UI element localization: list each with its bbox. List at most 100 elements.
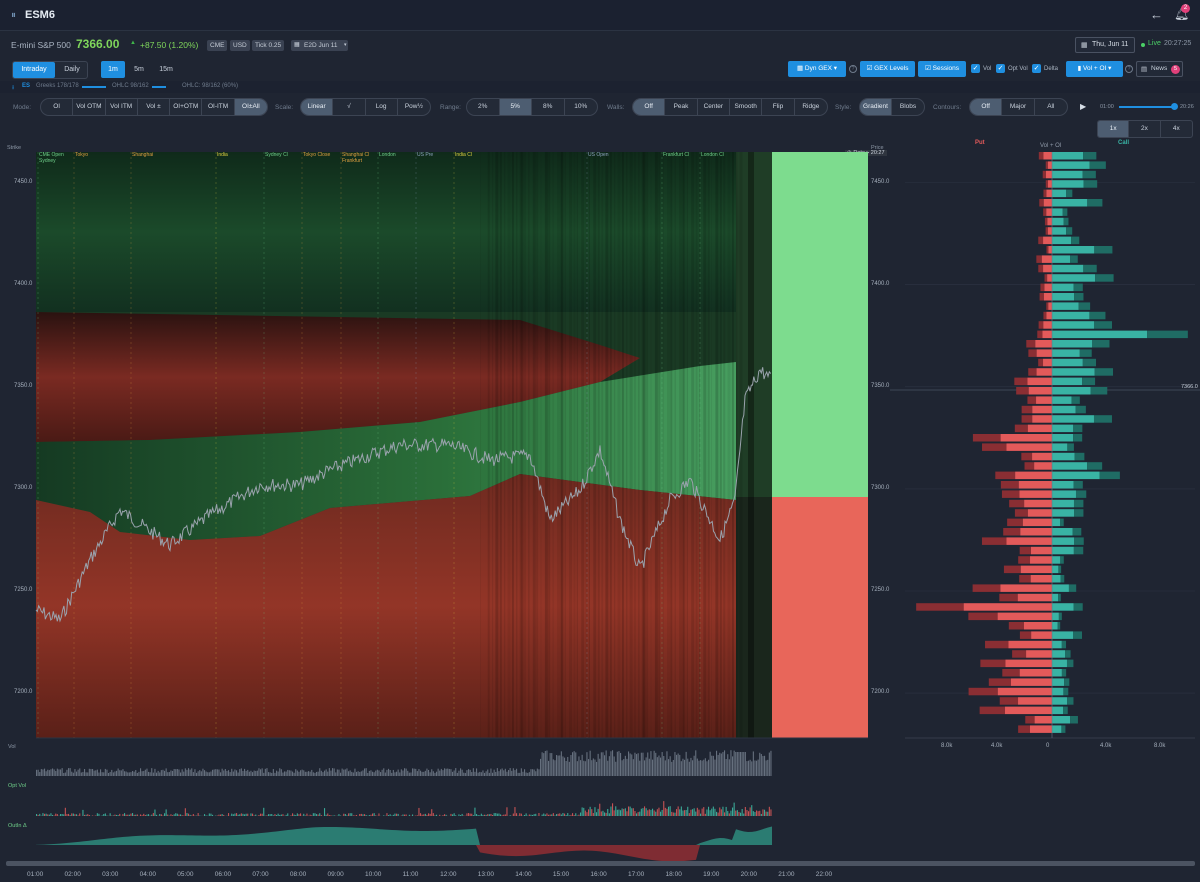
call-oi-bar: [1083, 180, 1098, 188]
range-option-2[interactable]: 2%: [467, 99, 500, 115]
back-arrow-icon[interactable]: ←: [1150, 7, 1163, 22]
help-icon[interactable]: ?: [849, 65, 857, 73]
put-vol-bar: [1032, 415, 1052, 423]
dyn-gex-button[interactable]: ▦ Dyn GEX ▾: [788, 61, 846, 77]
put-oi-bar: [1003, 565, 1021, 574]
horizontal-scrollbar[interactable]: [6, 861, 1195, 866]
call-vol-bar: [1052, 415, 1094, 423]
range-option-5[interactable]: 5%: [499, 99, 532, 115]
call-oi-bar: [1064, 678, 1070, 686]
call-oi-bar: [1067, 697, 1074, 705]
mode-option-vol-otm[interactable]: Vol OTM: [73, 99, 106, 115]
delta-checkbox[interactable]: ✓: [1032, 64, 1041, 73]
put-oi-bar: [1038, 152, 1044, 160]
call-vol-bar: [1052, 264, 1084, 273]
speed-option-1x[interactable]: 1x: [1098, 121, 1130, 137]
walls-option-ridge[interactable]: Ridge: [795, 99, 827, 115]
session-label: Frankfurt Cl: [663, 152, 690, 158]
play-icon[interactable]: ▶: [1080, 102, 1086, 111]
playback-slider-track[interactable]: [1119, 106, 1174, 108]
speed-selector: 1x 2x 4x: [1097, 120, 1193, 138]
tf-15m[interactable]: 15m: [153, 61, 179, 78]
call-oi-bar: [1075, 405, 1086, 414]
greeks-progress: [82, 86, 106, 88]
gex-heatmap-chart[interactable]: [0, 140, 1200, 882]
tab-intraday[interactable]: Intraday: [13, 62, 55, 78]
mode-option-oi-all[interactable]: OI±All: [234, 99, 267, 115]
notification-badge: 2: [1181, 4, 1190, 13]
walls-option-peak[interactable]: Peak: [665, 99, 698, 115]
news-button[interactable]: ▤ News 5: [1136, 61, 1183, 77]
scale-option-pow[interactable]: Pow½: [398, 99, 430, 115]
range-option-10[interactable]: 10%: [565, 99, 598, 115]
put-vol-bar: [1047, 227, 1052, 235]
mode-option-oi-otm[interactable]: OI+OTM: [170, 99, 203, 115]
tf-1m[interactable]: 1m: [101, 61, 125, 78]
mode-option-vol-itm[interactable]: Vol ITM: [106, 99, 138, 115]
vol-checkbox[interactable]: ✓: [971, 64, 980, 73]
call-vol-bar: [1052, 706, 1064, 715]
playback-slider-handle[interactable]: [1171, 103, 1178, 110]
call-oi-bar: [1068, 584, 1077, 592]
contours-option-off[interactable]: Off: [970, 99, 1003, 115]
session-label: Tokyo Close: [303, 152, 331, 158]
put-oi-bar: [1025, 716, 1035, 724]
strike-tick-label: 7350.0: [14, 382, 33, 389]
date-label: Thu, Jun 11: [1092, 41, 1129, 48]
tab-daily[interactable]: Daily: [57, 62, 87, 78]
put-vol-bar: [1035, 340, 1052, 348]
mode-selector: OI Vol OTM Vol ITM Vol ± OI+OTM OI-ITM OI±All: [40, 98, 268, 116]
check-icon: ☑: [866, 65, 875, 72]
profile-x-tick: 8.0k: [941, 743, 953, 749]
speed-option-4x[interactable]: 4x: [1161, 121, 1192, 137]
call-oi-bar: [1082, 377, 1096, 386]
put-vol-bar: [1005, 659, 1052, 668]
walls-option-smooth[interactable]: Smooth: [730, 99, 763, 115]
live-label: Live: [1148, 40, 1161, 47]
scale-option-[interactable]: √: [333, 99, 366, 115]
put-oi-bar: [1039, 199, 1044, 207]
ohlc-detail: OHLC: 98/162 (60%): [182, 83, 239, 89]
price-tick-label: 7450.0: [871, 178, 890, 185]
range-option-8[interactable]: 8%: [532, 99, 565, 115]
price-tick-label: 7250.0: [871, 586, 890, 593]
style-option-blobs[interactable]: Blobs: [892, 99, 924, 115]
mode-option-vol[interactable]: Vol ±: [138, 99, 171, 115]
oi-delta-pane-label: OutIn Δ: [8, 823, 27, 829]
put-vol-bar: [1018, 697, 1052, 705]
contours-option-major[interactable]: Major: [1002, 99, 1035, 115]
put-oi-bar: [1007, 518, 1023, 527]
walls-option-off[interactable]: Off: [633, 99, 666, 115]
opt-vol-checkbox[interactable]: ✓: [996, 64, 1005, 73]
contours-option-all[interactable]: All: [1035, 99, 1067, 115]
date-picker[interactable]: ▦ Thu, Jun 11: [1075, 37, 1135, 53]
put-oi-bar: [1003, 528, 1021, 536]
sessions-button[interactable]: ☑ Sessions: [918, 61, 966, 77]
profile-x-tick: 4.0k: [1100, 743, 1112, 749]
walls-option-center[interactable]: Center: [698, 99, 730, 115]
style-option-gradient[interactable]: Gradient: [860, 99, 892, 115]
speed-option-2x[interactable]: 2x: [1129, 121, 1161, 137]
call-vol-bar: [1052, 659, 1067, 668]
contours-label: Contours:: [933, 104, 962, 111]
call-oi-bar: [1057, 622, 1061, 630]
put-oi-bar: [1038, 321, 1044, 329]
time-tick-label: 11:00: [402, 871, 419, 878]
gex-levels-button[interactable]: ☑ GEX Levels: [860, 61, 915, 77]
help-icon[interactable]: ?: [1125, 65, 1133, 73]
expiry-select[interactable]: ▦ E2D Jun 11 ▾: [291, 40, 349, 51]
scale-option-log[interactable]: Log: [366, 99, 398, 115]
mode-option-oi[interactable]: OI: [41, 99, 74, 115]
put-vol-bar: [1047, 180, 1052, 188]
vol-oi-button[interactable]: ▮ Vol + OI ▾: [1066, 61, 1123, 77]
put-vol-bar: [1019, 490, 1052, 498]
tf-5m[interactable]: 5m: [127, 61, 151, 78]
call-vol-bar: [1052, 650, 1066, 658]
put-vol-bar: [1041, 255, 1052, 263]
mode-option-oi-itm[interactable]: OI-ITM: [202, 99, 235, 115]
put-vol-bar: [1043, 264, 1052, 273]
scale-option-linear[interactable]: Linear: [301, 99, 334, 115]
call-vol-bar: [1052, 180, 1084, 188]
walls-option-flip[interactable]: Flip: [762, 99, 795, 115]
call-vol-bar: [1052, 255, 1071, 263]
